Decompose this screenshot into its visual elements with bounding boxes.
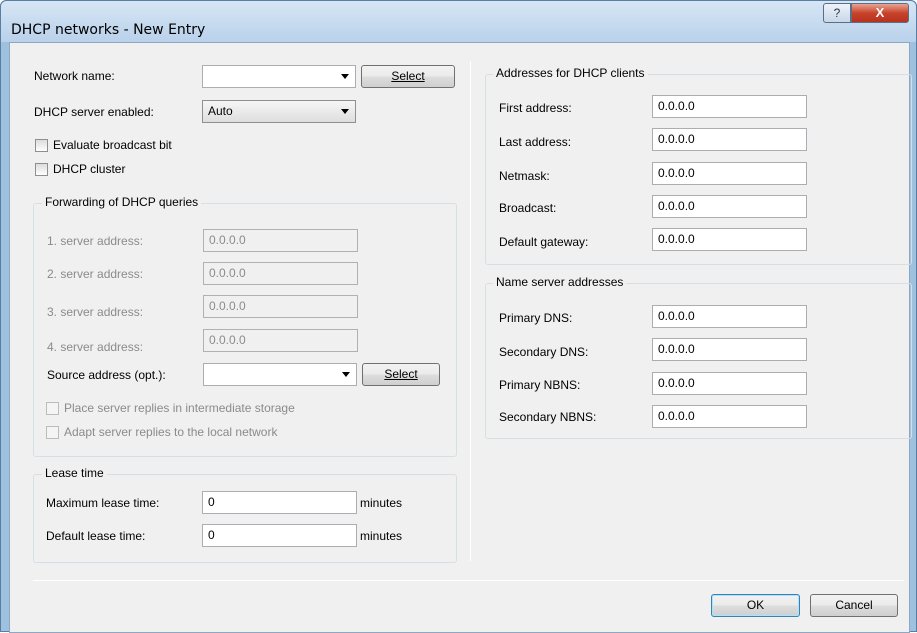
secondary-dns-field[interactable]: 0.0.0.0 <box>652 338 807 361</box>
intermediate-storage-checkbox[interactable] <box>46 402 59 415</box>
dialog-body: Network name: Select DHCP server enabled… <box>9 42 912 633</box>
primary-nbns-field[interactable]: 0.0.0.0 <box>652 372 807 395</box>
window-title: DHCP networks - New Entry <box>11 22 206 38</box>
server-enabled-value: Auto <box>208 104 233 118</box>
server-address-2-field[interactable]: 0.0.0.0 <box>203 262 358 285</box>
secondary-dns-label: Secondary DNS: <box>499 345 589 359</box>
broadcast-label: Broadcast: <box>499 201 557 215</box>
broadcast-bit-checkbox[interactable] <box>35 139 48 152</box>
server-address-3-label: 3. server address: <box>47 305 144 319</box>
primary-dns-label: Primary DNS: <box>499 311 573 325</box>
secondary-nbns-label: Secondary NBNS: <box>499 410 597 424</box>
default-gateway-field[interactable]: 0.0.0.0 <box>652 228 807 251</box>
cancel-button[interactable]: Cancel <box>810 594 898 617</box>
name-server-group-title: Name server addresses <box>493 275 627 289</box>
netmask-field[interactable]: 0.0.0.0 <box>652 162 807 185</box>
default-gateway-label: Default gateway: <box>499 235 589 249</box>
adapt-replies-label: Adapt server replies to the local networ… <box>64 425 278 439</box>
dhcp-cluster-label: DHCP cluster <box>53 162 126 176</box>
chevron-down-icon <box>341 74 349 79</box>
server-address-4-field[interactable]: 0.0.0.0 <box>203 329 358 352</box>
adapt-replies-checkbox[interactable] <box>46 426 59 439</box>
intermediate-storage-label: Place server replies in intermediate sto… <box>64 401 295 415</box>
broadcast-field[interactable]: 0.0.0.0 <box>652 195 807 218</box>
cancel-label: Cancel <box>835 598 873 612</box>
chevron-down-icon <box>341 109 349 114</box>
client-addresses-group-title: Addresses for DHCP clients <box>493 66 648 80</box>
last-address-label: Last address: <box>499 135 572 149</box>
max-lease-unit: minutes <box>360 496 403 510</box>
source-select-label: Select <box>384 367 418 381</box>
server-enabled-label: DHCP server enabled: <box>34 105 154 119</box>
source-select-button[interactable]: Select <box>362 363 440 386</box>
server-address-2-label: 2. server address: <box>47 267 144 281</box>
title-bar[interactable]: DHCP networks - New Entry ? X <box>1 1 916 42</box>
server-address-1-field[interactable]: 0.0.0.0 <box>203 229 358 252</box>
close-button[interactable]: X <box>851 3 909 23</box>
network-name-combo[interactable] <box>202 65 356 88</box>
default-lease-unit: minutes <box>360 529 403 543</box>
default-lease-label: Default lease time: <box>46 529 146 543</box>
broadcast-bit-label: Evaluate broadcast bit <box>53 138 172 152</box>
network-select-label: Select <box>391 69 425 83</box>
forwarding-group-title: Forwarding of DHCP queries <box>42 195 202 209</box>
first-address-field[interactable]: 0.0.0.0 <box>652 95 807 118</box>
lease-time-group <box>33 474 457 563</box>
server-address-3-field[interactable]: 0.0.0.0 <box>203 295 358 318</box>
ok-button[interactable]: OK <box>711 594 800 617</box>
network-name-label: Network name: <box>34 69 115 83</box>
server-enabled-select[interactable]: Auto <box>202 100 356 123</box>
max-lease-field[interactable]: 0 <box>202 491 357 514</box>
primary-dns-field[interactable]: 0.0.0.0 <box>652 305 807 328</box>
close-icon: X <box>875 5 885 20</box>
last-address-field[interactable]: 0.0.0.0 <box>652 128 807 151</box>
footer-divider <box>33 580 904 581</box>
help-icon: ? <box>833 6 841 20</box>
help-button[interactable]: ? <box>823 3 851 23</box>
server-address-4-label: 4. server address: <box>47 340 144 354</box>
max-lease-label: Maximum lease time: <box>46 496 160 510</box>
primary-nbns-label: Primary NBNS: <box>499 378 581 392</box>
chevron-down-icon <box>342 372 350 377</box>
netmask-label: Netmask: <box>499 169 550 183</box>
source-address-combo[interactable] <box>203 363 357 386</box>
column-divider <box>470 61 471 561</box>
ok-label: OK <box>746 598 765 612</box>
first-address-label: First address: <box>499 101 572 115</box>
dialog-window: DHCP networks - New Entry ? X Network na… <box>0 0 917 633</box>
default-lease-field[interactable]: 0 <box>202 524 357 547</box>
dhcp-cluster-checkbox[interactable] <box>35 163 48 176</box>
lease-time-group-title: Lease time <box>42 466 107 480</box>
secondary-nbns-field[interactable]: 0.0.0.0 <box>652 405 807 428</box>
network-select-button[interactable]: Select <box>361 65 455 88</box>
server-address-1-label: 1. server address: <box>47 234 144 248</box>
source-address-label: Source address (opt.): <box>47 368 166 382</box>
